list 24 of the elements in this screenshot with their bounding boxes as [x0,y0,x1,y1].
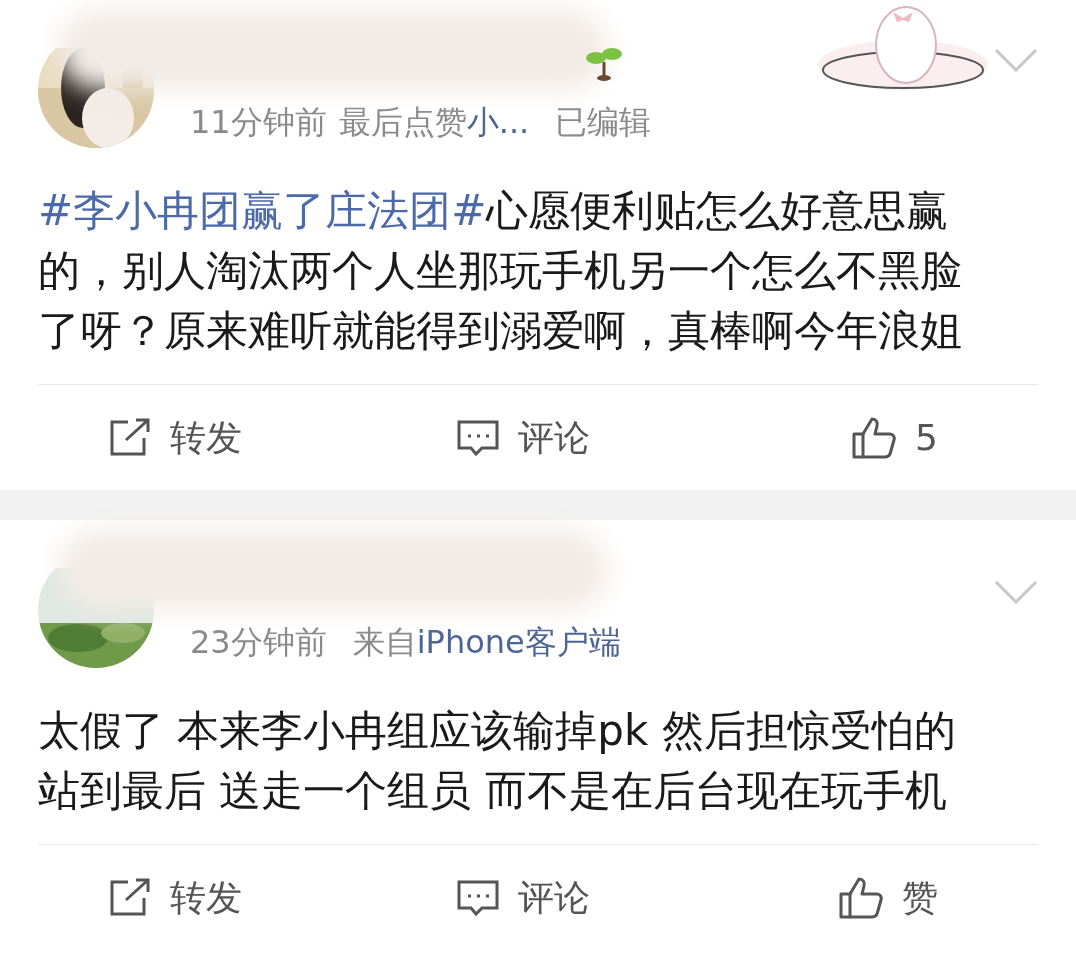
share-icon [108,417,152,458]
post-time: 23分钟前 [190,622,327,663]
meta-text: 已编辑 [555,102,652,143]
thumbs-up-icon [838,875,884,920]
thumbs-up-icon [851,415,898,460]
share-icon [108,877,152,918]
like-button[interactable]: 赞 [661,870,1038,925]
post-time: 11分钟前 [190,102,327,143]
post-text: 了呀？原来难听就能得到溺爱啊，真棒啊今年浪姐 [38,304,962,357]
post-text: 太假了 本来李小冉组应该输掉pk 然后担惊受怕的 [38,704,956,757]
comment-button[interactable]: 评论 [384,870,662,925]
chevron-down-icon[interactable] [994,48,1038,74]
meta-text: 最后点赞 [338,102,467,143]
post-text: 心愿便利贴怎么好意思赢 [486,184,949,237]
repost-button[interactable]: 转发 [38,410,385,465]
chevron-down-icon[interactable] [994,580,1038,606]
comment-button[interactable]: 评论 [384,410,662,465]
post-text: 的，别人淘汰两个人坐那玩手机另一个怎么不黑脸 [38,244,962,297]
repost-button[interactable]: 转发 [38,870,385,925]
like-button[interactable]: 5 [661,410,1038,465]
meta-text: 来自 [352,622,417,663]
source-link[interactable]: 小... [466,100,530,144]
source-link[interactable]: iPhone客户端 [416,620,621,664]
post-text: 站到最后 送走一个组员 而不是在后台现在玩手机 [38,764,947,817]
